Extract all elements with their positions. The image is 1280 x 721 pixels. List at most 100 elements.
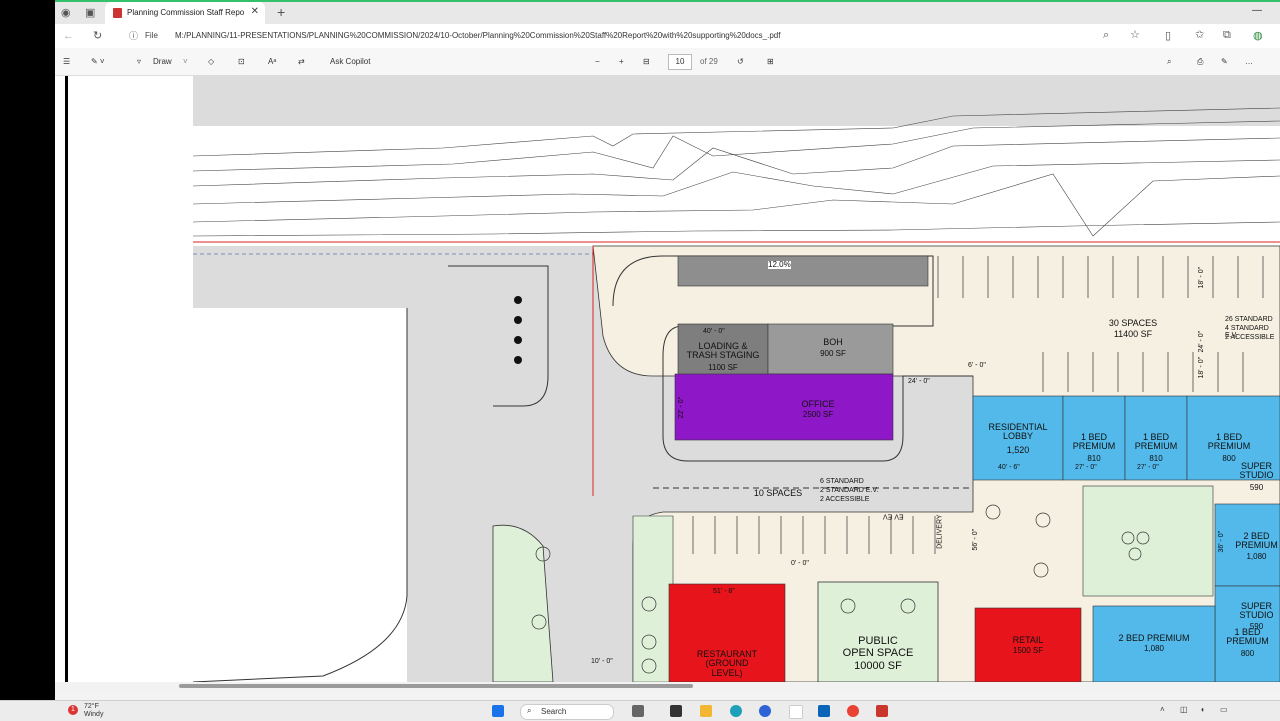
profile-icon[interactable]: ◉ xyxy=(61,6,71,19)
read-aloud-icon[interactable]: Aᵃ xyxy=(268,57,276,66)
dim-36-label: 36' - 0" xyxy=(1218,530,1226,553)
more-pdf-icon[interactable]: … xyxy=(1245,57,1253,66)
refresh-icon[interactable]: ↻ xyxy=(93,29,102,42)
volume-icon[interactable]: ◖ xyxy=(1200,705,1205,714)
unit-e-area: 1,080 xyxy=(1246,552,1267,561)
unit-e-name: 2 BED PREMIUM xyxy=(1235,531,1278,551)
browser-window: ◉ ▣ Planning Commission Staff Repo ✕ + —… xyxy=(55,0,1280,700)
loading-dim-label: 40' - 0" xyxy=(703,328,725,335)
search-icon: ⌕ xyxy=(527,706,532,715)
text-box-icon[interactable]: ⊡ xyxy=(238,57,245,66)
delivery-label: DELIVERY xyxy=(936,514,944,549)
tab-actions-icon[interactable]: ▣ xyxy=(85,6,95,19)
dim-18a-label: 18' - 0" xyxy=(1198,266,1206,289)
tab-planning-report[interactable]: Planning Commission Staff Repo ✕ xyxy=(105,2,265,24)
outlook-icon[interactable] xyxy=(818,705,830,717)
public-open-space-name: PUBLIC OPEN SPACE xyxy=(842,635,914,659)
parking-26-line3: 2 ACCESSIBLE xyxy=(1225,334,1275,341)
chrome-icon[interactable] xyxy=(847,705,859,717)
battery-icon[interactable]: ▭ xyxy=(1220,705,1228,714)
residential-lobby-name: RESIDENTIAL LOBBY xyxy=(988,422,1048,442)
unit-h-area: 800 xyxy=(1240,649,1255,658)
favorite-star-icon[interactable]: ☆ xyxy=(1130,28,1140,41)
file-explorer-icon[interactable] xyxy=(700,705,712,717)
unit-d-name: SUPER STUDIO xyxy=(1239,461,1274,481)
unit-d-area: 590 xyxy=(1249,483,1264,492)
task-view-icon[interactable] xyxy=(670,705,682,717)
draw-icon[interactable]: ▿ xyxy=(137,57,141,66)
network-icon[interactable]: ◫ xyxy=(1180,705,1188,714)
zoom-icon[interactable]: ⌕ xyxy=(1103,29,1109,42)
draw-button[interactable]: Draw xyxy=(153,57,172,66)
contents-icon[interactable]: ☰ xyxy=(63,57,70,66)
find-icon[interactable]: ⌕ xyxy=(1167,57,1171,67)
unit-g-name: 2 BED PREMIUM xyxy=(1118,633,1190,643)
page-number-input[interactable]: 10 xyxy=(668,54,692,70)
retail-area: 1500 SF xyxy=(1012,646,1044,655)
weather-temp: 72°F xyxy=(84,703,99,710)
pdf-toolbar: ☰ ✎ ˅ ▿ Draw ˅ ◇ ⊡ Aᵃ ⇄ Ask Copilot − + … xyxy=(55,48,1280,76)
zoom-in-icon[interactable]: + xyxy=(619,57,624,66)
residential-lobby-area: 1,520 xyxy=(1006,445,1030,455)
google-icon[interactable] xyxy=(789,705,803,719)
page-view-icon[interactable]: ⊞ xyxy=(767,57,774,66)
ramp-slope-label: 12.0% xyxy=(768,260,791,270)
windows-start-icon[interactable] xyxy=(492,705,504,717)
ask-copilot-button[interactable]: Ask Copilot xyxy=(330,57,370,66)
tab-title: Planning Commission Staff Repo xyxy=(127,8,245,17)
fit-page-icon[interactable]: ⊟ xyxy=(643,57,650,66)
url-field[interactable]: M:/PLANNING/11-PRESENTATIONS/PLANNING%20… xyxy=(175,31,780,40)
tray-chevron-icon[interactable]: ˄ xyxy=(1160,705,1165,714)
unit-c-name: 1 BED PREMIUM xyxy=(1207,432,1251,452)
dim-18b-label: 18' - 0" xyxy=(1198,356,1206,379)
pdf-icon xyxy=(113,8,122,18)
office-name: OFFICE xyxy=(801,399,835,409)
dim-51-label: 51' - 8" xyxy=(713,588,735,595)
highlight-icon[interactable]: ✎ ˅ xyxy=(91,57,105,66)
restaurant-name: RESTAURANT (GROUND LEVEL) xyxy=(696,649,758,678)
dim-27a-label: 27' - 0" xyxy=(1075,464,1097,471)
zoom-out-icon[interactable]: − xyxy=(595,57,600,66)
horizontal-scroll-thumb[interactable] xyxy=(179,684,693,688)
unit-b-name: 1 BED PREMIUM xyxy=(1134,432,1178,452)
parking-30-spaces: 30 SPACES xyxy=(1108,318,1158,328)
office-dim-label: 22' - 0" xyxy=(678,396,686,419)
dim-24b-label: 24' - 0" xyxy=(1198,330,1206,353)
print-icon[interactable]: ⎙ xyxy=(1197,57,1203,67)
rotate-icon[interactable]: ↺ xyxy=(737,57,744,66)
edge-icon[interactable] xyxy=(730,705,742,717)
back-icon[interactable]: ← xyxy=(63,30,74,42)
save-icon[interactable]: ✎ xyxy=(1221,57,1228,66)
parking-26-line1: 26 STANDARD xyxy=(1225,316,1273,323)
public-open-space-area: 10000 SF xyxy=(854,660,902,672)
favorites-icon[interactable]: ✩ xyxy=(1195,28,1204,41)
extension-icon[interactable]: ◍ xyxy=(1253,29,1263,42)
widgets-icon[interactable] xyxy=(632,705,644,717)
page-total: of 29 xyxy=(700,57,718,66)
info-icon[interactable]: ⓘ xyxy=(129,29,138,42)
dim-10-label: 10' - 0" xyxy=(591,658,613,665)
unit-a-area: 810 xyxy=(1087,454,1101,463)
address-bar: ← ↻ ⓘ File M:/PLANNING/11-PRESENTATIONS/… xyxy=(55,24,1280,49)
zoom-app-icon[interactable] xyxy=(759,705,771,717)
minimize-icon[interactable]: — xyxy=(1252,5,1262,16)
weather-condition: Windy xyxy=(84,711,104,718)
dim-0-label: 0' - 0" xyxy=(791,560,809,567)
taskbar-search-box[interactable]: ⌕ Search xyxy=(520,704,614,720)
new-tab-icon[interactable]: + xyxy=(277,4,285,20)
eraser-icon[interactable]: ◇ xyxy=(208,57,214,66)
draw-dropdown-icon[interactable]: ˅ xyxy=(183,57,188,66)
close-tab-icon[interactable]: ✕ xyxy=(251,6,259,17)
collections-icon[interactable]: ⧉ xyxy=(1223,29,1231,42)
boh-name: BOH xyxy=(823,337,843,347)
unit-a-name: 1 BED PREMIUM xyxy=(1072,432,1116,452)
powerpoint-icon[interactable] xyxy=(876,705,888,717)
weather-widget[interactable]: 72°F Windy xyxy=(84,703,103,719)
translate-icon[interactable]: ⇄ xyxy=(298,57,305,66)
dim-40-label: 40' - 6" xyxy=(998,464,1020,471)
dim-24-label: 24' - 0" xyxy=(908,378,930,385)
search-label: Search xyxy=(541,707,567,716)
dim-6-label: 6' - 0" xyxy=(968,362,986,369)
unit-f-name: SUPER STUDIO xyxy=(1239,601,1274,621)
split-screen-icon[interactable]: ▯ xyxy=(1165,29,1171,42)
